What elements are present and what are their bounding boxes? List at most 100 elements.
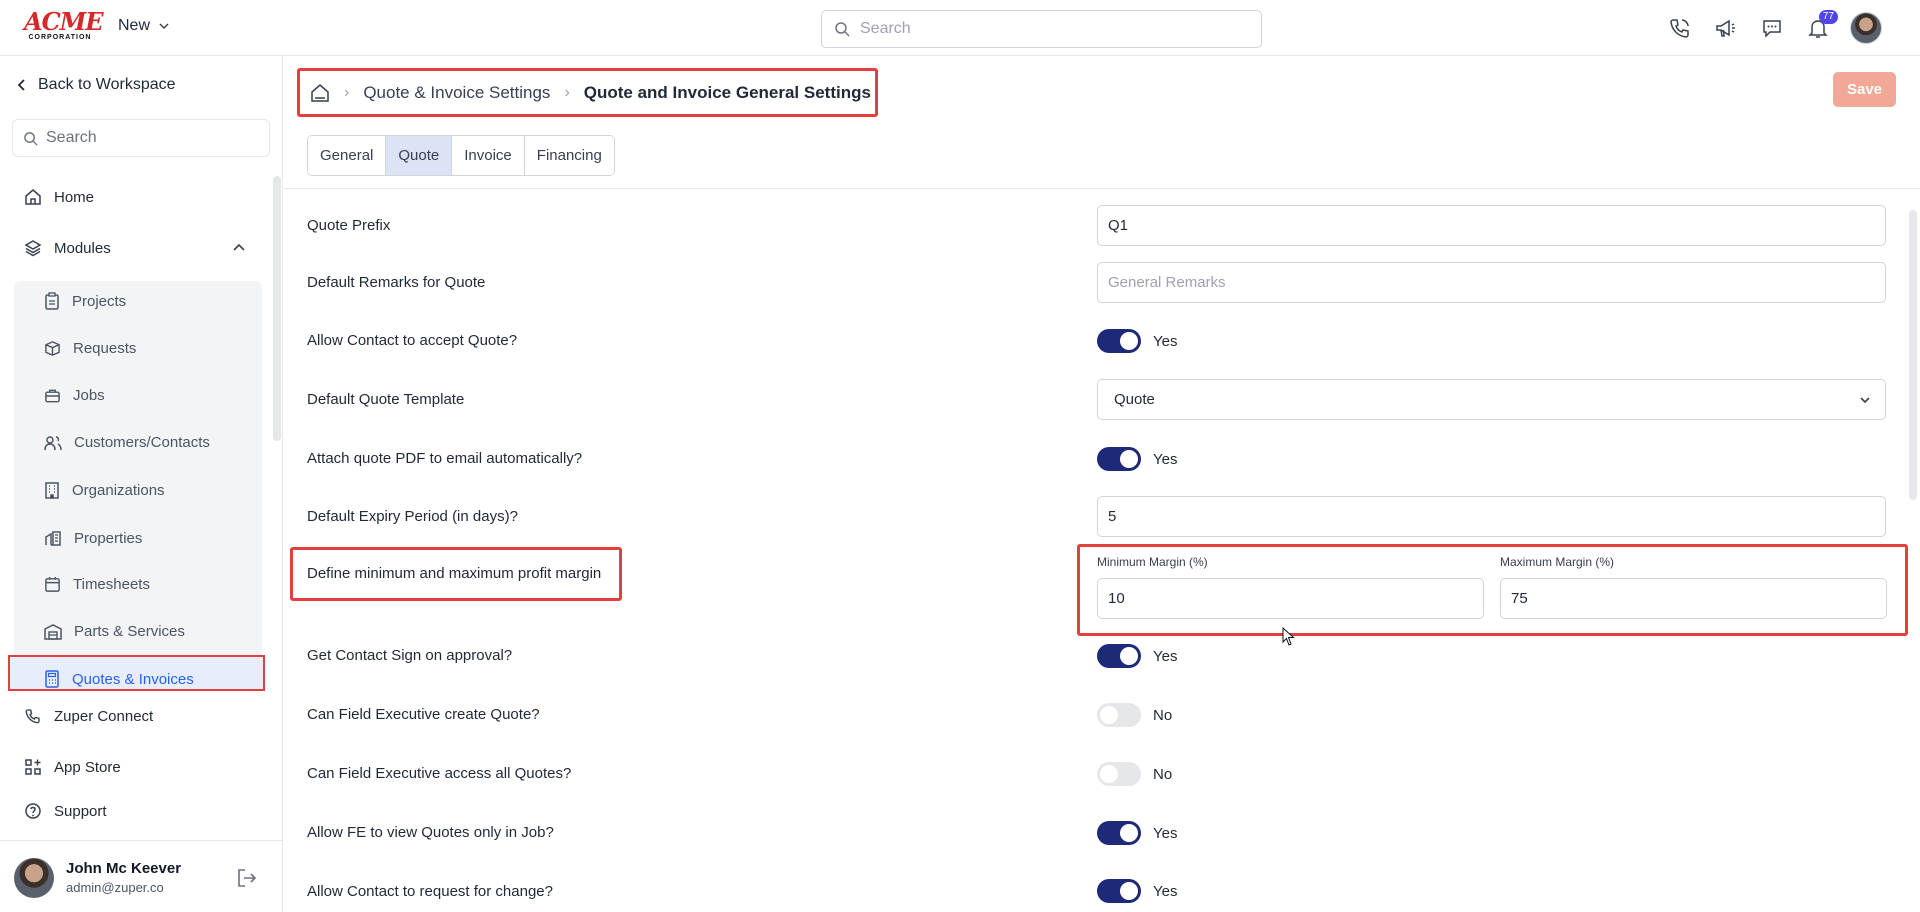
home-icon [25,189,41,205]
chevron-left-icon [17,79,25,91]
sidebar-item-zuper-connect[interactable]: Zuper Connect [24,707,153,725]
allow-accept-toggle[interactable]: Yes [1097,329,1177,353]
toggle-state: No [1153,706,1173,724]
user-email: admin@zuper.co [66,880,164,895]
minimum-margin-input[interactable] [1097,578,1484,619]
toggle-state: Yes [1153,882,1178,900]
sidebar-item-requests[interactable]: Requests [44,340,136,357]
sidebar-item-label: Properties [74,529,143,547]
tab-financing[interactable]: Financing [524,136,614,175]
chat-icon[interactable] [1758,14,1786,42]
sidebar-item-support[interactable]: Support [24,802,107,820]
tab-quote[interactable]: Quote [386,136,453,175]
request-change-label: Allow Contact to request for change? [307,883,553,900]
quote-prefix-label: Quote Prefix [307,217,391,234]
sidebar-item-home[interactable]: Home [24,188,94,206]
toggle-switch[interactable] [1097,329,1141,353]
sidebar-item-properties[interactable]: Properties [44,529,142,547]
allow-accept-label: Allow Contact to accept Quote? [307,332,518,349]
sidebar-item-app-store[interactable]: App Store [24,758,121,776]
company-logo[interactable]: ACME CORPORATION [24,10,104,42]
sidebar-item-label: Support [54,802,107,820]
sidebar-item-organizations[interactable]: Organizations [44,481,165,499]
fe-view-job-label: Allow FE to view Quotes only in Job? [307,824,554,841]
home-icon[interactable] [310,83,330,103]
expiry-period-label: Default Expiry Period (in days)? [307,508,518,525]
sidebar-item-label: Jobs [73,387,105,404]
sidebar-item-label: Requests [73,340,137,357]
expiry-period-input[interactable] [1097,496,1886,537]
fe-access-label: Can Field Executive access all Quotes? [307,765,572,782]
request-change-toggle[interactable]: Yes [1097,879,1177,903]
user-avatar[interactable] [14,858,54,898]
toggle-switch[interactable] [1097,703,1141,727]
sidebar-item-label: App Store [54,758,121,776]
default-template-select[interactable]: Quote [1097,379,1886,420]
toggle-switch[interactable] [1097,821,1141,845]
chevron-down-icon [1860,396,1870,403]
layers-icon [24,240,42,257]
sidebar-scrollbar[interactable] [273,176,281,441]
toggle-switch[interactable] [1097,644,1141,668]
contact-sign-toggle[interactable]: Yes [1097,644,1177,668]
fe-create-toggle[interactable]: No [1097,703,1172,727]
main-scrollbar[interactable] [1909,210,1917,500]
sidebar-item-jobs[interactable]: Jobs [44,387,105,404]
calculator-icon [45,670,59,688]
breadcrumb-quote-invoice-settings[interactable]: Quote & Invoice Settings [363,83,550,103]
toggle-switch[interactable] [1097,879,1141,903]
sidebar-search-input[interactable] [46,129,246,147]
default-remarks-input[interactable] [1097,262,1886,303]
chevron-up-icon [233,243,245,251]
header-divider [284,188,1920,189]
warehouse-icon [44,624,62,640]
sidebar-item-label: Parts & Services [74,623,185,640]
maximum-margin-input[interactable] [1500,578,1887,619]
calendar-icon [45,576,60,592]
logout-icon[interactable] [236,867,258,893]
sidebar-item-projects[interactable]: Projects [44,292,126,310]
phone-icon[interactable] [1666,14,1694,42]
top-bar: ACME CORPORATION New 77 [0,0,1920,56]
global-search-input[interactable] [860,20,1240,38]
toggle-state: Yes [1153,647,1178,665]
bell-icon[interactable]: 77 [1804,10,1838,42]
toggle-switch[interactable] [1097,762,1141,786]
back-to-workspace-link[interactable]: Back to Workspace [16,76,176,94]
attach-pdf-label: Attach quote PDF to email automatically? [307,450,583,467]
profit-margin-label: Define minimum and maximum profit margin [307,565,602,582]
global-search[interactable] [821,10,1262,48]
sidebar-item-label: Organizations [72,481,165,499]
fe-access-toggle[interactable]: No [1097,762,1172,786]
new-menu-button[interactable]: New [118,17,170,35]
sidebar-item-label: Quotes & Invoices [72,670,194,688]
attach-pdf-toggle[interactable]: Yes [1097,447,1177,471]
sidebar-item-timesheets[interactable]: Timesheets [44,576,150,593]
fe-view-job-toggle[interactable]: Yes [1097,821,1177,845]
sidebar-item-label: Customers/Contacts [74,434,210,451]
sidebar-item-parts-services[interactable]: Parts & Services [44,623,185,640]
mouse-cursor-icon [1282,627,1295,646]
breadcrumb: › Quote & Invoice Settings › Quote and I… [297,68,878,117]
search-icon [24,131,38,146]
user-avatar[interactable] [1850,12,1882,44]
sidebar-item-modules[interactable]: Modules [24,239,246,257]
box-icon [45,341,60,356]
contact-sign-label: Get Contact Sign on approval? [307,647,513,664]
save-button[interactable]: Save [1833,72,1896,107]
minimum-margin-label: Minimum Margin (%) [1097,555,1208,569]
tab-invoice[interactable]: Invoice [452,136,525,175]
sidebar-item-customers-contacts[interactable]: Customers/Contacts [44,434,210,451]
megaphone-icon[interactable] [1712,14,1740,42]
default-remarks-label: Default Remarks for Quote [307,274,486,291]
breadcrumb-current: Quote and Invoice General Settings [583,82,871,102]
user-name: John Mc Keever [66,860,182,877]
sidebar-item-quotes-invoices[interactable]: Quotes & Invoices [44,670,194,688]
select-value: Quote [1114,391,1155,408]
toggle-switch[interactable] [1097,447,1141,471]
help-icon [25,803,41,819]
tab-general[interactable]: General [308,136,387,175]
quote-prefix-input[interactable] [1097,205,1886,246]
phone-icon [25,709,40,724]
sidebar-search[interactable] [12,119,270,157]
